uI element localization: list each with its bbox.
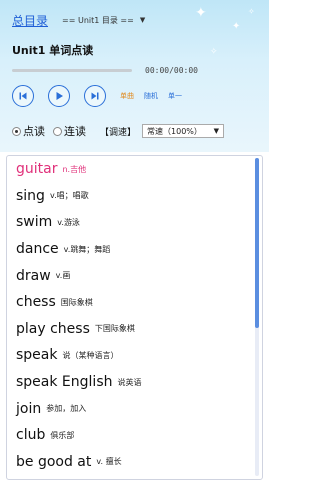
word-text: speak (16, 347, 58, 364)
reading-options: 点读 连读 【调速】 常速（100%） ▼ (12, 123, 225, 139)
previous-button[interactable] (12, 85, 34, 107)
word-row[interactable]: chess 国际象棋 (7, 289, 255, 316)
word-text: guitar (16, 161, 58, 178)
word-meaning: 国际象棋 (60, 297, 93, 307)
word-text: join (16, 400, 42, 417)
chevron-down-icon: ▼ (139, 16, 146, 24)
sparkle-decoration: ✧ (210, 47, 218, 57)
skip-forward-icon (91, 92, 99, 100)
word-text: draw (16, 267, 51, 284)
unit-select[interactable]: == Unit1 目录 == ▼ (62, 15, 145, 26)
word-row[interactable]: club 俱乐部 (7, 422, 255, 449)
word-row[interactable]: sing v.唱；唱歌 (7, 183, 255, 210)
radio-unchecked-icon (53, 126, 62, 136)
radio-checked-icon (12, 126, 21, 136)
word-text: speak English (16, 374, 113, 391)
word-text: swim (16, 214, 53, 231)
radio-continuous-read[interactable]: 连读 (53, 123, 86, 139)
mode-random-link[interactable]: 随机 (144, 91, 158, 101)
lesson-title: Unit1 单词点读 (12, 44, 94, 57)
word-row[interactable]: speak 说（某种语言） (7, 342, 255, 369)
play-button[interactable] (48, 85, 70, 107)
word-meaning: 下国际象棋 (94, 324, 135, 334)
next-button[interactable] (84, 85, 106, 107)
word-row[interactable]: join 参加，加入 (7, 395, 255, 422)
word-list: guitar n.吉他 sing v.唱；唱歌 swim v.游泳 dance v.跳舞；舞蹈… (7, 156, 255, 475)
word-row[interactable]: play chess 下国际象棋 (7, 316, 255, 343)
word-meaning: v.画 (55, 271, 71, 281)
word-meaning: v.唱；唱歌 (49, 191, 89, 201)
word-list-panel: guitar n.吉他 sing v.唱；唱歌 swim v.游泳 dance v.跳舞；舞蹈… (6, 155, 263, 480)
speed-select-value: 常速（100%） (147, 126, 202, 136)
radio-point-read[interactable]: 点读 (12, 123, 45, 139)
word-row[interactable]: guitar n.吉他 (7, 156, 255, 183)
play-mode-links: 单曲 随机 单一 (120, 91, 192, 101)
word-meaning: v.跳舞；舞蹈 (63, 244, 111, 254)
unit-select-value: == Unit1 目录 == (62, 15, 134, 25)
word-meaning: 说英语 (117, 377, 142, 387)
play-icon (56, 92, 63, 100)
word-row[interactable]: draw v.画 (7, 262, 255, 289)
word-row[interactable]: dance v.跳舞；舞蹈 (7, 236, 255, 263)
mode-list-link[interactable]: 单一 (168, 91, 182, 101)
chevron-down-icon: ▼ (213, 127, 220, 135)
sparkle-decoration: ✦ (232, 21, 241, 32)
radio-continuous-read-label: 连读 (64, 125, 86, 138)
skip-back-icon (19, 92, 27, 100)
word-text: chess (16, 294, 56, 311)
word-row[interactable]: be good at v. 擅长 (7, 449, 255, 476)
word-text: be good at (16, 453, 92, 470)
mode-single-link[interactable]: 单曲 (120, 91, 134, 101)
speed-label: 【调速】 (100, 127, 137, 138)
top-bar: 总目录 == Unit1 目录 == ▼ (12, 12, 145, 28)
speed-select[interactable]: 常速（100%） ▼ (142, 124, 225, 138)
word-meaning: v. 擅长 (96, 457, 122, 467)
word-meaning: 俱乐部 (50, 430, 75, 440)
time-readout: 00:00/00:00 (145, 66, 198, 75)
header: ✦ ✦ ✧ ✧ 总目录 == Unit1 目录 == ▼ Unit1 单词点读 … (0, 0, 269, 152)
sparkle-decoration: ✦ (195, 5, 207, 21)
scrollbar[interactable] (255, 158, 259, 476)
word-meaning: n.吉他 (62, 164, 87, 174)
word-text: dance (16, 241, 59, 258)
word-meaning: v.游泳 (57, 217, 80, 227)
radio-point-read-label: 点读 (23, 125, 45, 138)
word-row[interactable]: swim v.游泳 (7, 209, 255, 236)
scrollbar-thumb[interactable] (255, 158, 259, 328)
sparkle-decoration: ✧ (248, 7, 255, 16)
word-text: club (16, 427, 46, 444)
progress-bar[interactable] (12, 69, 132, 72)
player-controls: 单曲 随机 单一 (12, 85, 192, 107)
word-meaning: 参加，加入 (46, 404, 87, 414)
word-text: play chess (16, 320, 90, 337)
word-text: sing (16, 187, 45, 204)
word-row[interactable]: speak English 说英语 (7, 369, 255, 396)
word-meaning: 说（某种语言） (62, 350, 119, 360)
home-link[interactable]: 总目录 (12, 12, 48, 29)
